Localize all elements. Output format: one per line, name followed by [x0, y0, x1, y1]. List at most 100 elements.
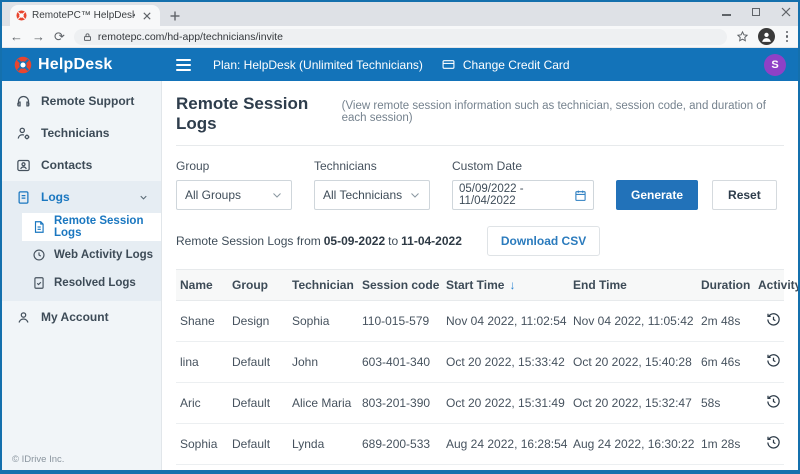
date-range-input[interactable]: 05/09/2022 - 11/04/2022 — [452, 180, 594, 210]
date-range-value: 05/09/2022 - 11/04/2022 — [459, 183, 524, 207]
table-cell: Aug 24 2022, 16:30:22 — [569, 423, 697, 465]
sidebar-item-label: Technicians — [41, 126, 110, 140]
sidebar-item-logs[interactable]: Logs — [2, 181, 161, 213]
helpdesk-favicon-lifebuoy-icon — [16, 10, 27, 21]
table-cell: lina — [176, 341, 228, 383]
copyright-text: © IDrive Inc. — [12, 454, 65, 465]
technicians-filter-label: Technicians — [314, 159, 377, 173]
custom-date-label: Custom Date — [452, 159, 523, 173]
lock-icon — [83, 32, 92, 42]
summary-to-date: 11-04-2022 — [401, 234, 462, 248]
browser-menu-icon[interactable] — [784, 29, 791, 45]
sidebar-item-remote-session-logs[interactable]: Remote Session Logs — [22, 213, 161, 241]
sidebar-item-technicians[interactable]: Technicians — [2, 117, 161, 149]
bookmark-star-icon[interactable] — [736, 30, 749, 43]
column-header-technician[interactable]: Technician — [288, 269, 358, 301]
helpdesk-logo[interactable]: HelpDesk — [2, 56, 162, 74]
activity-history-icon[interactable] — [766, 435, 781, 450]
resolved-check-file-icon — [32, 276, 46, 290]
reload-icon[interactable]: ⟳ — [54, 30, 65, 43]
generate-button[interactable]: Generate — [616, 180, 699, 210]
session-table-body: Shane Design Sophia 110-015-579 Nov 04 2022,… — [176, 300, 784, 470]
sidebar-item-web-activity-logs[interactable]: Web Activity Logs — [2, 241, 161, 269]
table-cell: Oct 20 2022, 15:31:49 — [442, 382, 569, 424]
table-cell: Lynda — [288, 423, 358, 465]
contact-card-icon — [16, 158, 31, 173]
table-cell: William — [176, 464, 228, 470]
table-cell: Alice Maria — [288, 382, 358, 424]
column-header-group[interactable]: Group — [228, 269, 288, 301]
chevron-down-icon — [138, 192, 149, 203]
table-cell: Sophia — [288, 300, 358, 342]
window-restore-icon[interactable] — [750, 6, 762, 18]
column-header-start-time[interactable]: Start Time ↓ — [442, 269, 569, 301]
calendar-icon[interactable] — [574, 189, 587, 202]
table-cell: Aug 23 2022, 14:48:14 — [569, 464, 697, 470]
lifebuoy-logo-icon — [14, 56, 32, 74]
session-logs-table: Name Group Technician Session code Start Tim… — [176, 269, 798, 470]
sort-descending-icon: ↓ — [509, 278, 516, 292]
browser-tab[interactable]: RemotePC™ HelpDesk - Remote — [10, 5, 160, 26]
activity-cell — [754, 341, 784, 383]
url-text: remotepc.com/hd-app/technicians/invite — [97, 30, 283, 43]
sidebar: Remote Support Technicians Contacts Logs… — [2, 81, 162, 470]
sidebar-item-my-account[interactable]: My Account — [2, 301, 161, 333]
activity-history-icon[interactable] — [766, 394, 781, 409]
download-csv-button[interactable]: Download CSV — [486, 226, 601, 256]
table-cell: Design — [228, 300, 288, 342]
summary-from-date: 05-09-2022 — [323, 234, 386, 248]
page-subtitle: (View remote session information such as… — [341, 100, 766, 124]
table-cell: Default — [228, 341, 288, 383]
window-minimize-icon[interactable] — [720, 6, 732, 18]
table-cell: 2m 48s — [697, 300, 754, 342]
activity-history-icon[interactable] — [766, 312, 781, 327]
change-credit-card-label: Change Credit Card — [462, 57, 570, 72]
session-log-file-icon — [32, 220, 46, 234]
credit-card-icon — [441, 58, 456, 71]
browser-profile-avatar[interactable] — [757, 28, 775, 45]
column-header-duration[interactable]: Duration — [697, 269, 754, 301]
activity-cell — [754, 423, 784, 465]
tab-close-icon[interactable] — [140, 9, 154, 23]
page-title: Remote Session Logs — [176, 94, 309, 133]
table-cell: benn — [288, 464, 358, 470]
table-row: Shane Design Sophia 110-015-579 Nov 04 2022,… — [176, 300, 784, 342]
chevron-down-icon — [271, 189, 283, 201]
back-icon[interactable]: ← — [10, 30, 23, 43]
activity-cell — [754, 464, 784, 470]
group-filter-label: Group — [176, 159, 210, 173]
window-close-icon[interactable] — [780, 6, 792, 18]
column-header-session-code[interactable]: Session code — [358, 269, 442, 301]
user-avatar[interactable]: S — [764, 53, 786, 76]
table-cell: Default — [228, 382, 288, 424]
table-cell: 58s — [697, 382, 754, 424]
main-content: Remote Session Logs (View remote session… — [162, 81, 798, 470]
forward-icon[interactable]: → — [32, 30, 45, 43]
sidebar-item-remote-support[interactable]: Remote Support — [2, 85, 161, 117]
sidebar-item-label: Contacts — [41, 158, 93, 172]
sidebar-item-resolved-logs[interactable]: Resolved Logs — [2, 269, 161, 297]
hamburger-menu-icon[interactable] — [176, 58, 191, 71]
sidebar-item-label: Resolved Logs — [54, 277, 136, 289]
new-tab-icon[interactable] — [168, 9, 182, 23]
group-select[interactable]: All Groups — [176, 180, 292, 210]
column-header-name[interactable]: Name — [176, 269, 228, 301]
table-cell: Nov 04 2022, 11:02:54 — [442, 300, 569, 342]
tab-title: RemotePC™ HelpDesk - Remote — [32, 10, 135, 21]
sidebar-item-label: Remote Session Logs — [54, 215, 144, 239]
url-field[interactable]: remotepc.com/hd-app/technicians/invite — [73, 28, 727, 45]
table-cell: 51s — [697, 464, 754, 470]
activity-history-icon[interactable] — [766, 353, 781, 368]
table-cell: 803-201-390 — [358, 382, 442, 424]
table-cell: Sophia — [176, 423, 228, 465]
table-cell: 1m 28s — [697, 423, 754, 465]
column-header-end-time[interactable]: End Time — [569, 269, 697, 301]
table-cell: Oct 20 2022, 15:40:28 — [569, 341, 697, 383]
sidebar-item-label: Remote Support — [41, 94, 135, 108]
plan-label: Plan: HelpDesk (Unlimited Technicians) — [213, 57, 423, 72]
change-credit-card-button[interactable]: Change Credit Card — [441, 58, 570, 72]
reset-button[interactable]: Reset — [712, 180, 777, 210]
technicians-select[interactable]: All Technicians — [314, 180, 430, 210]
column-header-activity[interactable]: Activity — [754, 269, 798, 301]
sidebar-item-contacts[interactable]: Contacts — [2, 149, 161, 181]
